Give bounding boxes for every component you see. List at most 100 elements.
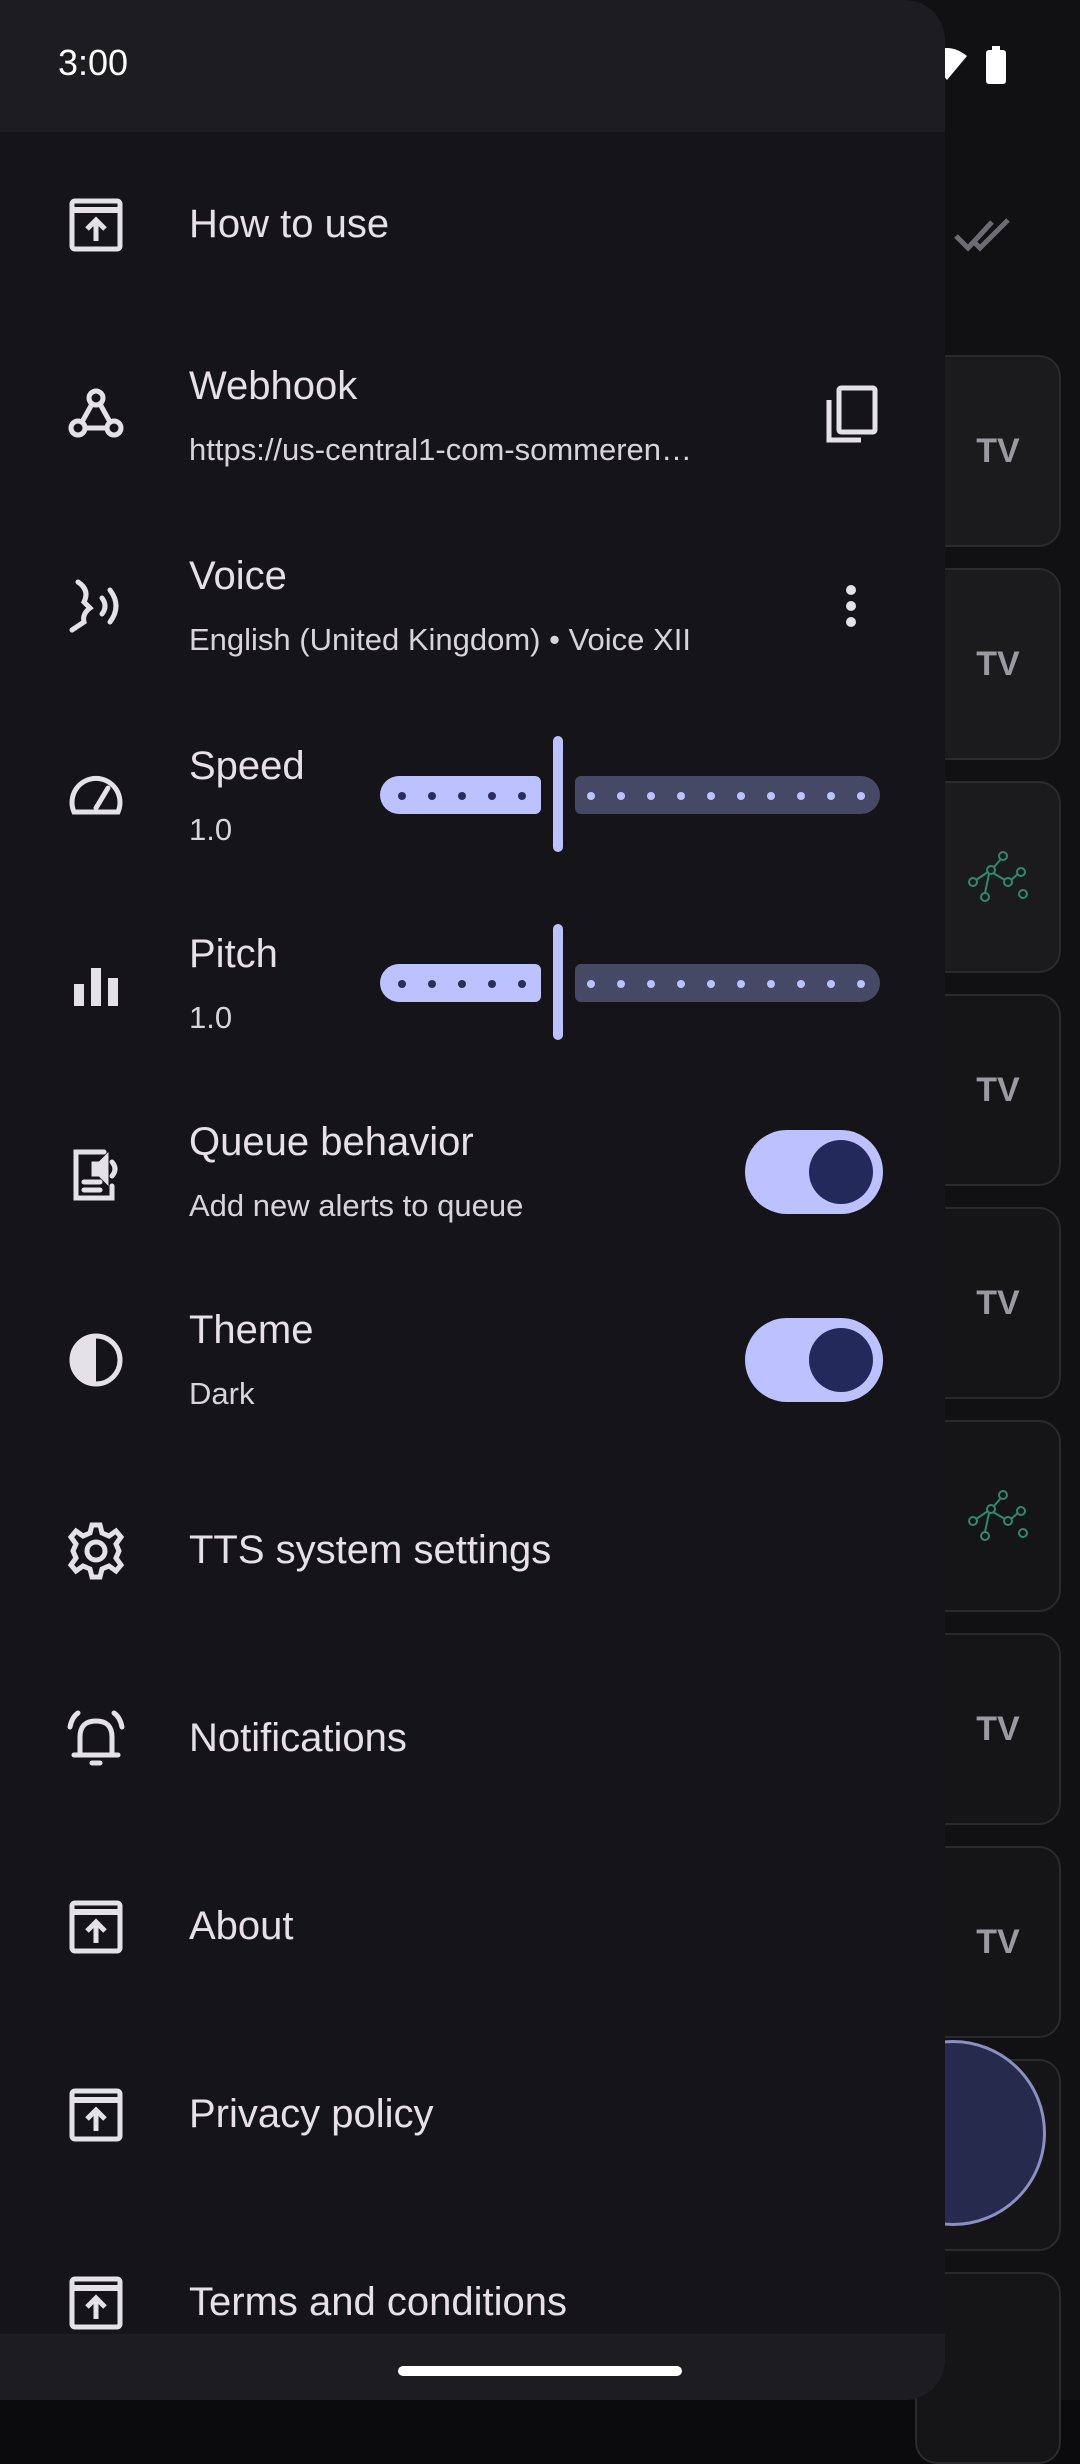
pitch-slider[interactable] [380, 924, 880, 1040]
voice-icon [64, 574, 128, 638]
done-all-icon [954, 218, 1010, 252]
theme-value: Dark [189, 1376, 255, 1411]
menu-item-speed: Speed 1.0 [0, 720, 945, 870]
menu-item-label: TTS system settings [189, 1528, 552, 1572]
gesture-handle[interactable] [398, 2366, 682, 2376]
speed-icon [64, 764, 128, 828]
tradingview-icon: TV [976, 644, 1020, 683]
open-in-new-icon [64, 1895, 128, 1959]
tradingview-icon: TV [976, 1070, 1020, 1109]
menu-item-label: Terms and conditions [189, 2280, 567, 2324]
tradingview-icon: TV [976, 1922, 1020, 1961]
battery-icon [986, 46, 1006, 84]
slider-tick [857, 792, 865, 800]
slider-active-track [380, 776, 541, 814]
theme-toggle[interactable] [745, 1318, 883, 1402]
menu-item-label: Speed [189, 744, 305, 788]
slider-active-track [380, 964, 541, 1002]
contrast-icon [64, 1328, 128, 1392]
slider-tick [488, 792, 496, 800]
slider-tick [857, 980, 865, 988]
slider-inactive-track [575, 964, 880, 1002]
network-icon [968, 851, 1028, 902]
voice-value: English (United Kingdom) • Voice XII [189, 622, 691, 657]
slider-tick [677, 980, 685, 988]
queue-toggle[interactable] [745, 1130, 883, 1214]
slider-tick [827, 980, 835, 988]
menu-item-voice[interactable]: Voice English (United Kingdom) • Voice X… [0, 530, 945, 680]
slider-tick [737, 980, 745, 988]
copy-icon [826, 385, 878, 443]
slider-tick [617, 980, 625, 988]
pitch-value: 1.0 [189, 1000, 233, 1035]
slider-tick [458, 980, 466, 988]
tradingview-icon: TV [976, 1709, 1020, 1748]
navigation-drawer: 3:00 How to use Webhook https://us-centr… [0, 0, 945, 2400]
gear-icon [64, 1519, 128, 1583]
bar-chart-icon [64, 952, 128, 1016]
slider-tick [827, 792, 835, 800]
slider-tick [587, 980, 595, 988]
menu-item-label: Queue behavior [189, 1120, 474, 1164]
slider-tick [647, 980, 655, 988]
slider-tick [617, 792, 625, 800]
menu-item-label: Webhook [189, 364, 358, 408]
slider-tick [797, 792, 805, 800]
status-time: 3:00 [58, 42, 129, 83]
open-in-new-icon [64, 2271, 128, 2334]
more-options-button[interactable] [815, 570, 887, 642]
menu-item-notifications[interactable]: Notifications [0, 1674, 945, 1804]
copy-button[interactable] [815, 378, 887, 450]
menu-item-label: How to use [189, 202, 390, 246]
slider-tick [767, 980, 775, 988]
toggle-knob [809, 1140, 873, 1204]
slider-thumb[interactable] [553, 736, 563, 852]
open-in-new-icon [64, 193, 128, 257]
slider-tick [518, 792, 526, 800]
menu-item-webhook[interactable]: Webhook https://us-central1-com-sommeren… [0, 340, 945, 490]
menu-item-label: About [189, 1904, 294, 1948]
webhook-icon [64, 382, 128, 446]
slider-inactive-track [575, 776, 880, 814]
slider-tick [767, 792, 775, 800]
menu-item-label: Pitch [189, 932, 278, 976]
more-vert-icon [846, 585, 856, 627]
alarm-bell-icon [64, 1707, 128, 1771]
webhook-url: https://us-central1-com-sommeren… [189, 432, 693, 467]
slider-tick [428, 980, 436, 988]
slider-tick [707, 980, 715, 988]
slider-tick [587, 792, 595, 800]
menu-item-label: Privacy policy [189, 2092, 434, 2136]
queue-value: Add new alerts to queue [189, 1188, 524, 1223]
tradingview-icon: TV [976, 431, 1020, 470]
menu-item-label: Theme [189, 1308, 314, 1352]
menu-item-queue-behavior[interactable]: Queue behavior Add new alerts to queue [0, 1096, 945, 1246]
queue-speaker-icon [64, 1140, 128, 1204]
status-bar: 3:00 [0, 0, 945, 132]
menu-item-pitch: Pitch 1.0 [0, 908, 945, 1058]
menu-item-how-to-use[interactable]: How to use [0, 160, 945, 290]
menu-item-tts-settings[interactable]: TTS system settings [0, 1486, 945, 1616]
menu-item-theme[interactable]: Theme Dark [0, 1284, 945, 1434]
slider-tick [488, 980, 496, 988]
toggle-knob [809, 1328, 873, 1392]
tradingview-icon: TV [976, 1283, 1020, 1322]
speed-value: 1.0 [189, 812, 233, 847]
network-icon [968, 1490, 1028, 1541]
slider-tick [398, 792, 406, 800]
slider-tick [428, 792, 436, 800]
slider-tick [518, 980, 526, 988]
speed-slider[interactable] [380, 736, 880, 852]
menu-item-about[interactable]: About [0, 1862, 945, 1992]
slider-tick [797, 980, 805, 988]
slider-tick [677, 792, 685, 800]
slider-tick [737, 792, 745, 800]
menu-item-label: Voice [189, 554, 287, 598]
menu-item-privacy-policy[interactable]: Privacy policy [0, 2050, 945, 2180]
slider-thumb[interactable] [553, 924, 563, 1040]
menu-item-label: Notifications [189, 1716, 407, 1760]
slider-tick [398, 980, 406, 988]
slider-tick [458, 792, 466, 800]
menu-item-terms[interactable]: Terms and conditions [0, 2238, 945, 2334]
slider-tick [707, 792, 715, 800]
